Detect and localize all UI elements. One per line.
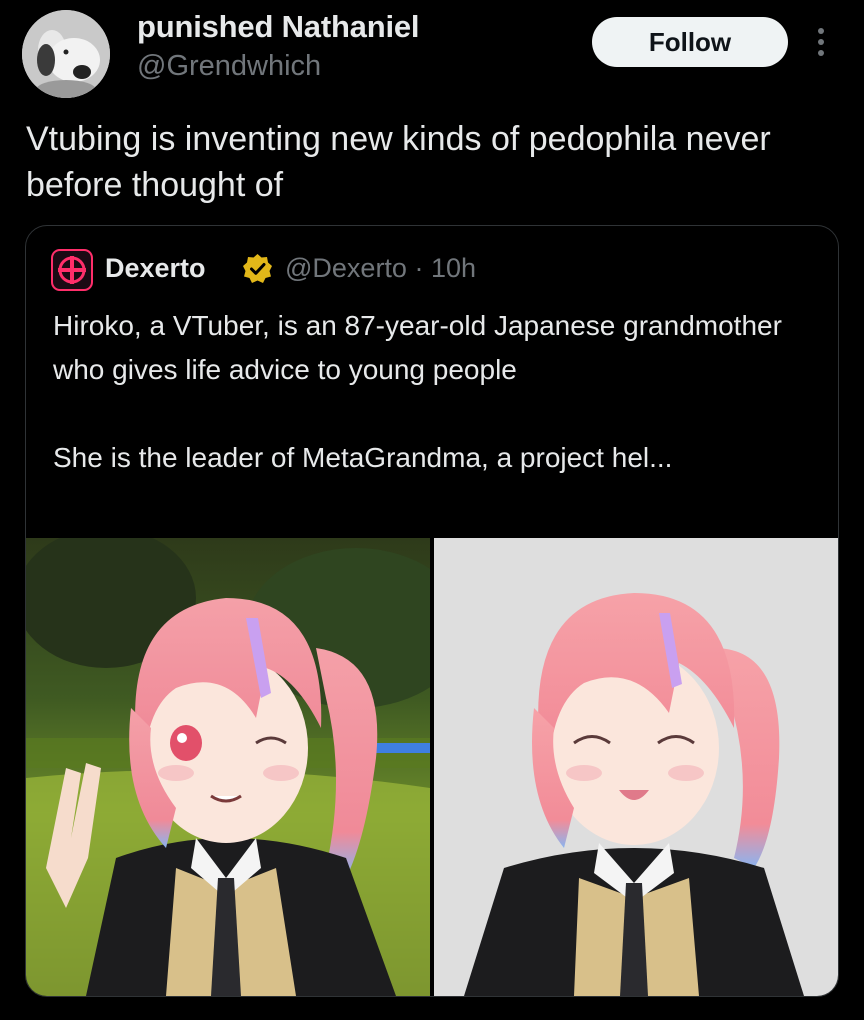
dexerto-logo-icon[interactable] bbox=[51, 249, 93, 291]
verified-badge-icon bbox=[242, 253, 273, 284]
follow-button[interactable]: Follow bbox=[592, 17, 788, 67]
quote-handle-time: @Dexerto · 10h bbox=[285, 253, 476, 283]
snoopy-avatar-icon bbox=[22, 10, 110, 98]
quote-media[interactable] bbox=[26, 538, 838, 996]
tweet-text: Vtubing is inventing new kinds of pedoph… bbox=[26, 120, 771, 204]
quote-author-name[interactable]: Dexerto bbox=[105, 253, 206, 284]
media-image-2[interactable] bbox=[434, 538, 838, 996]
quote-paragraph-2: She is the leader of MetaGrandma, a proj… bbox=[53, 442, 673, 473]
more-vertical-icon[interactable] bbox=[810, 25, 832, 59]
media-image-1[interactable] bbox=[26, 538, 430, 996]
quote-paragraph-1: Hiroko, a VTuber, is an 87-year-old Japa… bbox=[53, 310, 782, 385]
author-display-name[interactable]: punished Nathaniel bbox=[137, 9, 420, 45]
quote-text: Hiroko, a VTuber, is an 87-year-old Japa… bbox=[53, 304, 823, 480]
author-avatar[interactable] bbox=[22, 10, 110, 98]
author-handle[interactable]: @Grendwhich bbox=[137, 50, 321, 83]
quoted-tweet[interactable]: Dexerto @Dexerto · 10h Hiroko, a VTuber,… bbox=[25, 225, 839, 997]
